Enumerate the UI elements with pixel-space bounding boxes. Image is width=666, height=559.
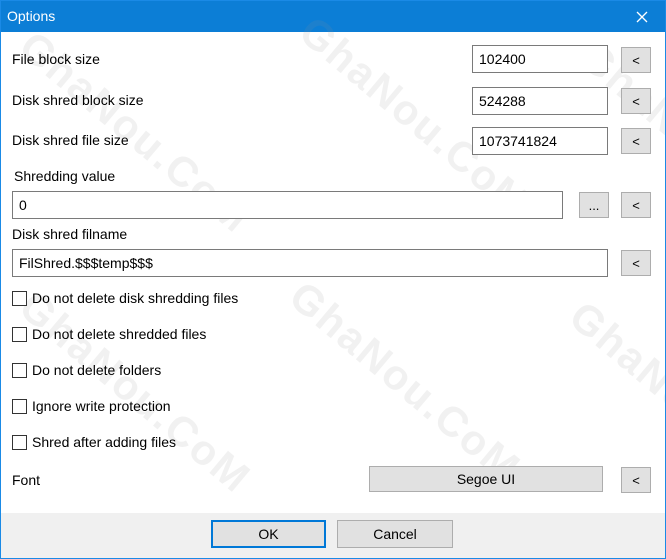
watermark-4: GhaNou.CoM xyxy=(10,282,261,502)
checkbox-box[interactable] xyxy=(12,398,27,414)
disk-shred-file-size-input[interactable]: 1073741824 xyxy=(472,127,608,155)
checkbox-label: Shred after adding files xyxy=(32,434,176,450)
file-block-size-input[interactable]: 102400 xyxy=(472,45,608,73)
file-block-size-label: File block size xyxy=(12,51,100,67)
checkbox-label: Do not delete shredded files xyxy=(32,326,207,342)
shredding-value-browse-button[interactable]: ... xyxy=(579,192,609,218)
checkbox-box[interactable] xyxy=(12,362,27,378)
window-title: Options xyxy=(7,8,56,24)
ok-button[interactable]: OK xyxy=(211,520,326,548)
checkbox-label: Do not delete folders xyxy=(32,362,162,378)
disk-shred-block-size-input[interactable]: 524288 xyxy=(472,87,608,115)
shredding-value-reset-button[interactable]: < xyxy=(621,192,651,218)
file-block-size-reset-button[interactable]: < xyxy=(621,47,651,73)
checkbox-label: Ignore write protection xyxy=(32,398,171,414)
title-bar[interactable]: Options xyxy=(1,1,665,32)
dialog-footer: OK Cancel xyxy=(1,513,665,558)
checkbox-box[interactable] xyxy=(12,434,27,450)
close-button[interactable] xyxy=(619,1,665,32)
checkbox-box[interactable] xyxy=(12,326,27,342)
disk-shred-file-size-reset-button[interactable]: < xyxy=(621,128,651,154)
disk-shred-filname-input[interactable]: FilShred.$$$temp$$$ xyxy=(12,249,608,277)
options-content: GhaNou.CoM GhaNou.CoM GhaNou.CoM GhaNou.… xyxy=(1,7,665,513)
font-reset-button[interactable]: < xyxy=(621,467,651,493)
checkbox-do-not-delete-shredded-files[interactable]: Do not delete shredded files xyxy=(12,325,206,343)
checkbox-do-not-delete-folders[interactable]: Do not delete folders xyxy=(12,361,161,379)
disk-shred-block-size-label: Disk shred block size xyxy=(12,92,144,108)
shredding-value-label: Shredding value xyxy=(14,168,116,184)
checkbox-label: Do not delete disk shredding files xyxy=(32,290,239,306)
cancel-button[interactable]: Cancel xyxy=(337,520,453,548)
shredding-value-input[interactable]: 0 xyxy=(12,191,563,219)
checkbox-box[interactable] xyxy=(12,290,27,306)
disk-shred-block-size-reset-button[interactable]: < xyxy=(621,88,651,114)
disk-shred-filname-label: Disk shred filname xyxy=(12,226,128,242)
watermark-5: GhaNou.CoM xyxy=(280,272,531,492)
checkbox-ignore-write-protection[interactable]: Ignore write protection xyxy=(12,397,171,415)
disk-shred-filname-reset-button[interactable]: < xyxy=(621,250,651,276)
checkbox-do-not-delete-disk-shredding-files[interactable]: Do not delete disk shredding files xyxy=(12,289,238,307)
checkbox-shred-after-adding-files[interactable]: Shred after adding files xyxy=(12,433,176,451)
disk-shred-file-size-label: Disk shred file size xyxy=(12,132,129,148)
options-dialog: Options GhaNou.CoM GhaNou.CoM GhaNou.CoM… xyxy=(0,0,666,559)
font-label: Font xyxy=(12,472,41,488)
close-icon xyxy=(636,11,648,22)
font-select-button[interactable]: Segoe UI xyxy=(369,466,603,492)
